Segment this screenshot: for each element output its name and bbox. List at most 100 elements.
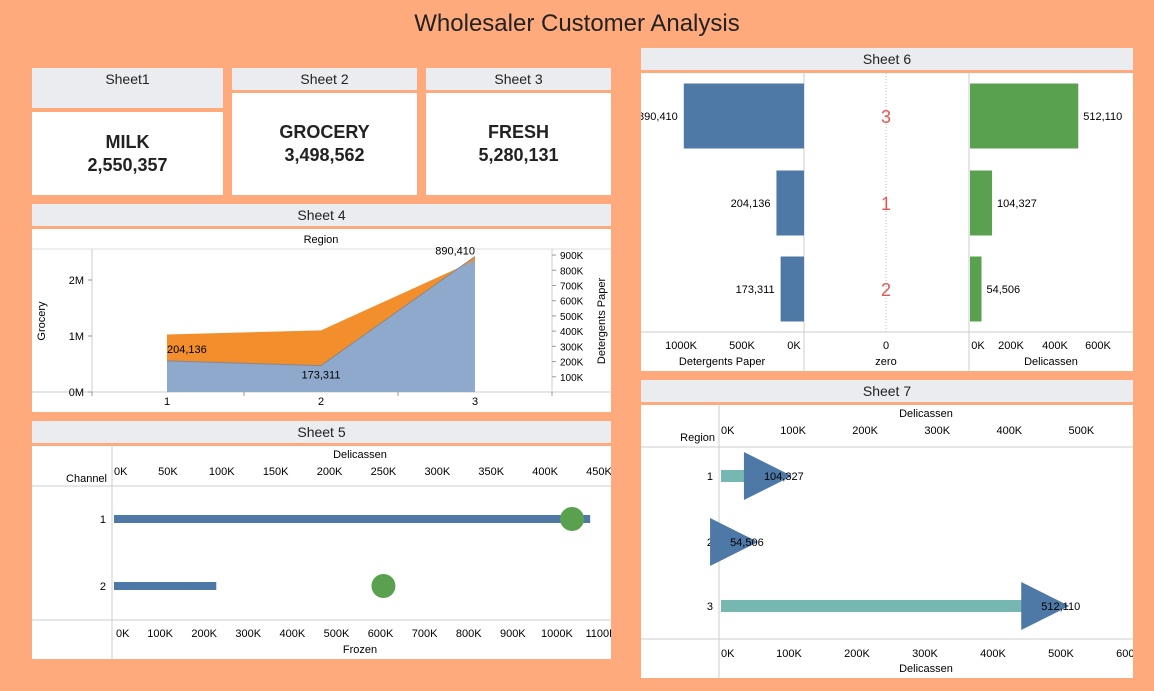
sheet7-data-label: 512,110: [1041, 601, 1080, 613]
sheet5-top-tick: 350K: [478, 466, 504, 478]
sheet4-data-label: 173,311: [302, 370, 341, 382]
sheet5-top-tick: 50K: [158, 466, 178, 478]
kpi-milk-label: MILK: [105, 131, 150, 152]
kpi-grocery-label: GROCERY: [279, 122, 370, 142]
sheet6-delicassen-bar[interactable]: [970, 83, 1079, 149]
sheet5-row-header: Channel: [66, 473, 107, 485]
sheet1-header: Sheet1: [32, 68, 223, 108]
sheet7-chart[interactable]: Delicassen Region Delicassen 0K 100K 200K 3…: [641, 405, 1133, 678]
sheet5-bottom-tick: 700K: [412, 628, 438, 640]
kpi-fresh-label: FRESH: [487, 122, 549, 142]
sheet7-bottom-tick: 500K: [1048, 648, 1074, 660]
sheet5-top-tick: 100K: [209, 466, 235, 478]
sheet5-bottom-tick: 1000K: [541, 628, 573, 640]
sheet5-top-tick: 300K: [424, 466, 450, 478]
sheet4-chart[interactable]: Region Grocery Detergents Paper 0M 1M 2M 10…: [32, 229, 611, 412]
sheet4-ytick-right: 100K: [560, 373, 584, 384]
sheet6-delicassen-bar[interactable]: [970, 170, 993, 236]
sheet5-top-tick: 0K: [114, 466, 128, 478]
sheet7-bottom-tick: 0K: [721, 648, 735, 660]
sheet5-top-tick: 450K: [586, 466, 611, 478]
sheet5-top-tick: 400K: [532, 466, 558, 478]
sheet6-detergents-bar[interactable]: [776, 170, 804, 236]
sheet4-xtick: 1: [164, 396, 170, 408]
sheet4-y-left-label: Grocery: [36, 301, 48, 341]
sheet7-data-label: 54,506: [730, 537, 764, 549]
sheet5-bottom-tick: 800K: [456, 628, 482, 640]
kpi-fresh-value: 5,280,131: [478, 145, 559, 165]
sheet6-header: Sheet 6: [641, 48, 1133, 70]
sheet6-region-label: 2: [881, 280, 891, 300]
sheet4-ytick-right: 600K: [560, 297, 584, 308]
sheet5-chart[interactable]: Delicassen Channel Frozen 0K 50K 100K 150K 2…: [32, 446, 611, 659]
sheet7-top-tick: 500K: [1069, 425, 1095, 437]
sheet6-chart[interactable]: Detergents Paper zero Delicassen 890,410…: [641, 73, 1133, 371]
sheet6-detergents-bar[interactable]: [780, 256, 804, 322]
sheet7-row-label: 1: [707, 471, 713, 483]
sheet6-region-label: 1: [881, 194, 891, 214]
sheet4-header: Sheet 4: [32, 204, 611, 226]
kpi-milk-card[interactable]: MILK 2,550,357: [32, 112, 223, 195]
sheet7-top-tick: 200K: [852, 425, 878, 437]
sheet7-header: Sheet 7: [641, 380, 1133, 402]
sheet7-top-tick: 400K: [996, 425, 1022, 437]
sheet4-ytick-right: 800K: [560, 266, 584, 277]
sheet5-bottom-tick: 100K: [147, 628, 173, 640]
sheet6-delicassen-bar[interactable]: [970, 256, 982, 322]
sheet7-row-label: 3: [707, 601, 713, 613]
kpi-grocery-card[interactable]: GROCERY 3,498,562: [232, 93, 417, 195]
sheet3-header: Sheet 3: [426, 68, 611, 90]
sheet6-right-tick: 200K: [998, 340, 1024, 352]
sheet5-header: Sheet 5: [32, 421, 611, 443]
sheet6-left-tick: 1000K: [665, 340, 697, 352]
dashboard-title: Wholesaler Customer Analysis: [414, 10, 740, 37]
sheet5-frozen-bar[interactable]: [114, 582, 217, 590]
sheet4-region-title: Region: [304, 234, 339, 246]
sheet7-bottom-tick: 200K: [844, 648, 870, 660]
sheet4-ytick-left: 0M: [69, 387, 84, 399]
sheet4-ytick-right: 300K: [560, 342, 584, 353]
sheet6-mid-axis-label: zero: [875, 356, 896, 368]
sheet7-bottom-axis-label: Delicassen: [899, 663, 953, 675]
sheet7-row-header: Region: [680, 432, 715, 444]
sheet5-bottom-tick: 200K: [191, 628, 217, 640]
sheet4-data-label: 204,136: [167, 344, 207, 356]
sheet7-top-tick: 0K: [721, 425, 735, 437]
sheet5-frozen-bar[interactable]: [114, 515, 591, 523]
sheet7-bar[interactable]: [721, 600, 1030, 612]
sheet7-bottom-tick: 100K: [776, 648, 802, 660]
sheet5-top-tick: 200K: [317, 466, 343, 478]
sheet5-bottom-tick: 400K: [280, 628, 306, 640]
sheet6-detergents-label: 204,136: [731, 198, 771, 210]
sheet4-ytick-right: 900K: [560, 251, 584, 262]
sheet4-ytick-right: 200K: [560, 358, 584, 369]
sheet4-ytick-right: 700K: [560, 281, 584, 292]
sheet5-bottom-axis-label: Frozen: [343, 644, 377, 656]
sheet7-top-axis-label: Delicassen: [899, 408, 953, 420]
sheet7-top-tick: 100K: [780, 425, 806, 437]
kpi-milk-value: 2,550,357: [87, 154, 168, 175]
sheet5-row-label: 1: [100, 514, 106, 526]
sheet5-bottom-tick: 1100K: [586, 628, 612, 640]
sheet5-bottom-tick: 500K: [324, 628, 350, 640]
sheet6-detergents-bar[interactable]: [683, 83, 804, 149]
sheet4-ytick-right: 500K: [560, 312, 584, 323]
sheet5-top-tick: 150K: [263, 466, 289, 478]
kpi-fresh-card[interactable]: FRESH 5,280,131: [426, 93, 611, 195]
sheet6-mid-tick: 0: [883, 340, 889, 352]
sheet6-detergents-label: 890,410: [641, 111, 678, 123]
sheet6-right-tick: 0K: [971, 340, 985, 352]
sheet6-right-axis-label: Delicassen: [1024, 356, 1078, 368]
sheet5-delicassen-dot[interactable]: [560, 507, 585, 531]
sheet5-bottom-tick: 600K: [368, 628, 394, 640]
sheet6-region-label: 3: [881, 107, 891, 127]
sheet7-top-tick: 300K: [924, 425, 950, 437]
sheet5-top-tick: 250K: [371, 466, 397, 478]
sheet5-delicassen-dot[interactable]: [371, 574, 396, 598]
sheet7-bottom-tick: 400K: [980, 648, 1006, 660]
kpi-grocery-value: 3,498,562: [284, 145, 365, 165]
sheet4-xtick: 2: [318, 396, 324, 408]
sheet6-delicassen-label: 104,327: [997, 198, 1037, 210]
sheet6-right-tick: 400K: [1042, 340, 1068, 352]
sheet5-bottom-tick: 0K: [116, 628, 130, 640]
